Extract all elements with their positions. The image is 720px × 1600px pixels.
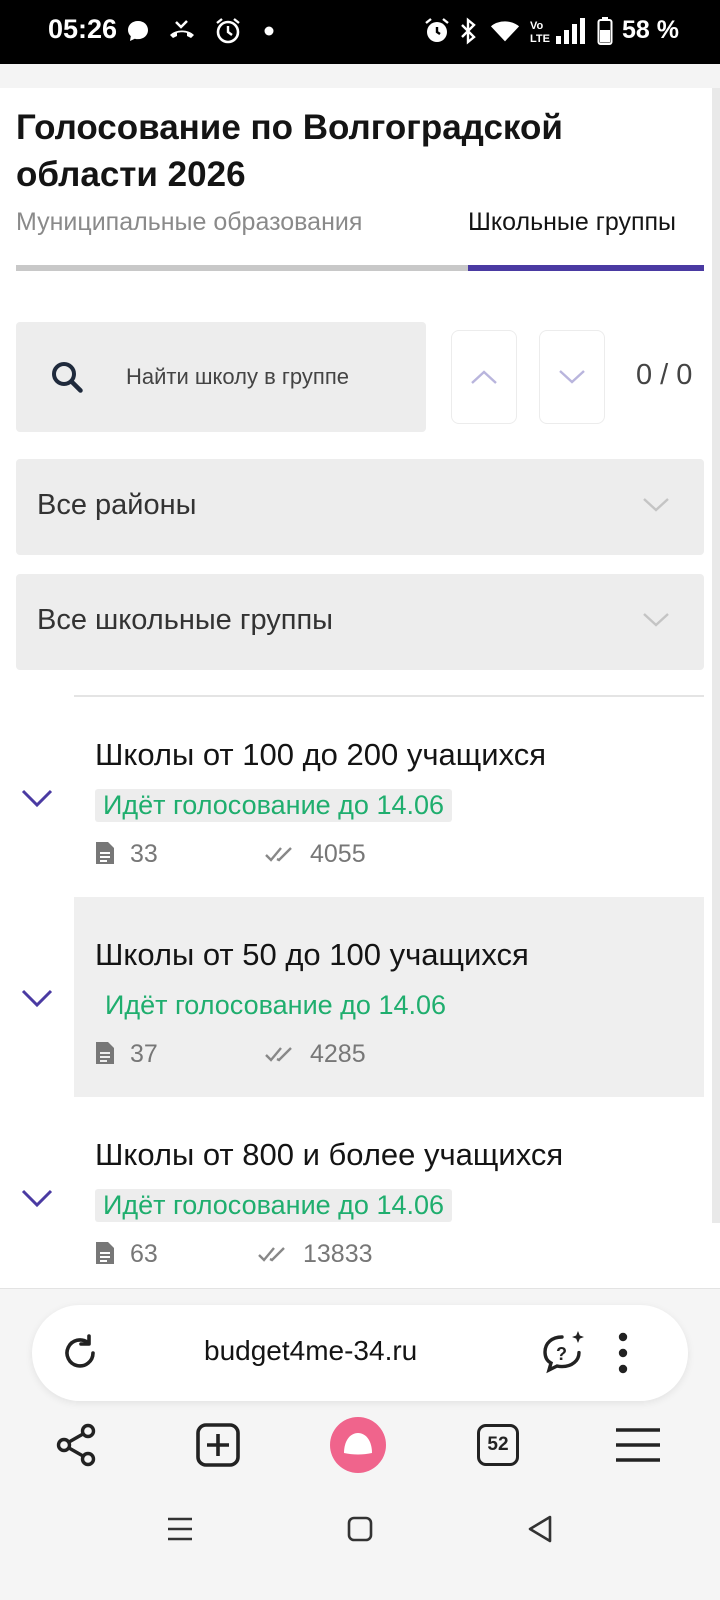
page-title: Голосование по Волгоградской области 202… <box>16 108 563 194</box>
chevron-down-icon[interactable] <box>20 1187 54 1211</box>
tabs-icon: 52 <box>477 1424 519 1466</box>
share-button[interactable] <box>48 1417 104 1473</box>
chevron-down-icon <box>559 370 585 384</box>
home-icon <box>347 1516 373 1542</box>
more-options-icon[interactable] <box>616 1331 630 1375</box>
svg-text:LTE: LTE <box>530 33 550 44</box>
status-badge: Идёт голосование до 14.06 <box>95 1189 453 1222</box>
status-time: 05:26 <box>48 14 118 44</box>
status-bar: 05:26 Vo LTE 58 % <box>0 0 720 64</box>
tabs-switcher-button[interactable]: 52 <box>470 1417 526 1473</box>
browser-menu-button[interactable] <box>610 1417 666 1473</box>
double-check-icon <box>265 1047 292 1062</box>
chevron-down-icon <box>643 613 669 627</box>
search-icon[interactable] <box>50 360 84 394</box>
tab-municipalities[interactable]: Муниципальные образования <box>16 208 362 237</box>
active-tab-indicator <box>468 265 704 271</box>
votes-count: 4285 <box>310 1040 366 1068</box>
reload-icon[interactable] <box>60 1333 100 1373</box>
new-tab-icon <box>196 1423 240 1467</box>
chevron-down-icon[interactable] <box>20 787 54 811</box>
search-box <box>16 322 426 432</box>
back-button[interactable] <box>520 1509 560 1549</box>
chevron-down-icon <box>643 498 669 512</box>
chat-bubble-icon <box>123 16 153 46</box>
next-result-button[interactable] <box>539 330 605 424</box>
volte-icon: Vo LTE <box>525 16 555 46</box>
recent-apps-button[interactable] <box>160 1509 200 1549</box>
bluetooth-icon <box>453 16 483 46</box>
new-tab-button[interactable] <box>190 1417 246 1473</box>
chevron-down-icon[interactable] <box>20 987 54 1011</box>
signal-icon <box>555 16 585 46</box>
tab-school-groups[interactable]: Школьные группы <box>468 208 676 237</box>
ai-assistant-icon[interactable]: ? <box>540 1329 588 1377</box>
url-text[interactable]: budget4me-34.ru <box>204 1335 417 1367</box>
battery-percentage: 58 % <box>622 16 679 44</box>
double-check-icon <box>258 1247 285 1262</box>
status-badge: Идёт голосование до 14.06 <box>95 789 453 822</box>
group-title: Школы от 50 до 100 учащихся <box>95 937 529 972</box>
school-group-select-value: Все школьные группы <box>37 604 334 636</box>
votes-count: 13833 <box>303 1240 373 1268</box>
back-icon <box>528 1515 552 1543</box>
search-input[interactable] <box>126 352 416 402</box>
district-select-value: Все районы <box>37 489 197 521</box>
group-title: Школы от 800 и более учащихся <box>95 1137 564 1172</box>
search-counter: 0 / 0 <box>636 359 693 391</box>
recent-apps-icon <box>168 1517 192 1541</box>
status-badge: Идёт голосование до 14.06 <box>105 990 447 1020</box>
svg-text:Vo: Vo <box>530 20 544 32</box>
alice-button[interactable] <box>330 1417 386 1473</box>
dot-icon <box>254 16 284 46</box>
school-group-select[interactable]: Все школьные группы <box>16 574 704 670</box>
alarm-icon <box>213 16 243 46</box>
group-row[interactable]: Школы от 800 и более учащихся Идёт голос… <box>0 1097 704 1288</box>
home-button[interactable] <box>340 1509 380 1549</box>
document-icon <box>96 1042 114 1064</box>
alice-icon <box>330 1417 386 1473</box>
projects-count: 33 <box>130 840 158 868</box>
projects-count: 63 <box>130 1240 158 1268</box>
group-row[interactable]: Школы от 50 до 100 учащихся Идёт голосов… <box>0 897 704 1097</box>
svg-text:?: ? <box>556 1344 567 1364</box>
page-content: Голосование по Волгоградской области 202… <box>0 64 720 1288</box>
previous-result-button[interactable] <box>451 330 517 424</box>
menu-icon <box>616 1428 660 1462</box>
projects-count: 37 <box>130 1040 158 1068</box>
district-select[interactable]: Все районы <box>16 459 704 555</box>
missed-call-icon <box>167 16 197 46</box>
votes-count: 4055 <box>310 840 366 868</box>
document-icon <box>96 842 114 864</box>
share-icon <box>56 1423 96 1467</box>
group-row[interactable]: Школы от 100 до 200 учащихся Идёт голосо… <box>0 697 704 897</box>
group-title: Школы от 100 до 200 учащихся <box>95 737 546 772</box>
scrollbar[interactable] <box>712 88 720 1223</box>
alarm-icon <box>422 16 452 46</box>
document-icon <box>96 1242 114 1264</box>
address-bar[interactable]: budget4me-34.ru ? <box>32 1305 688 1401</box>
tabs-bar: Муниципальные образования Школьные групп… <box>0 208 712 268</box>
wifi-icon <box>490 16 520 46</box>
chevron-up-icon <box>471 370 497 384</box>
battery-icon <box>590 16 620 46</box>
browser-bar: budget4me-34.ru ? 52 <box>0 1288 720 1600</box>
double-check-icon <box>265 847 292 862</box>
top-strip <box>0 64 720 88</box>
